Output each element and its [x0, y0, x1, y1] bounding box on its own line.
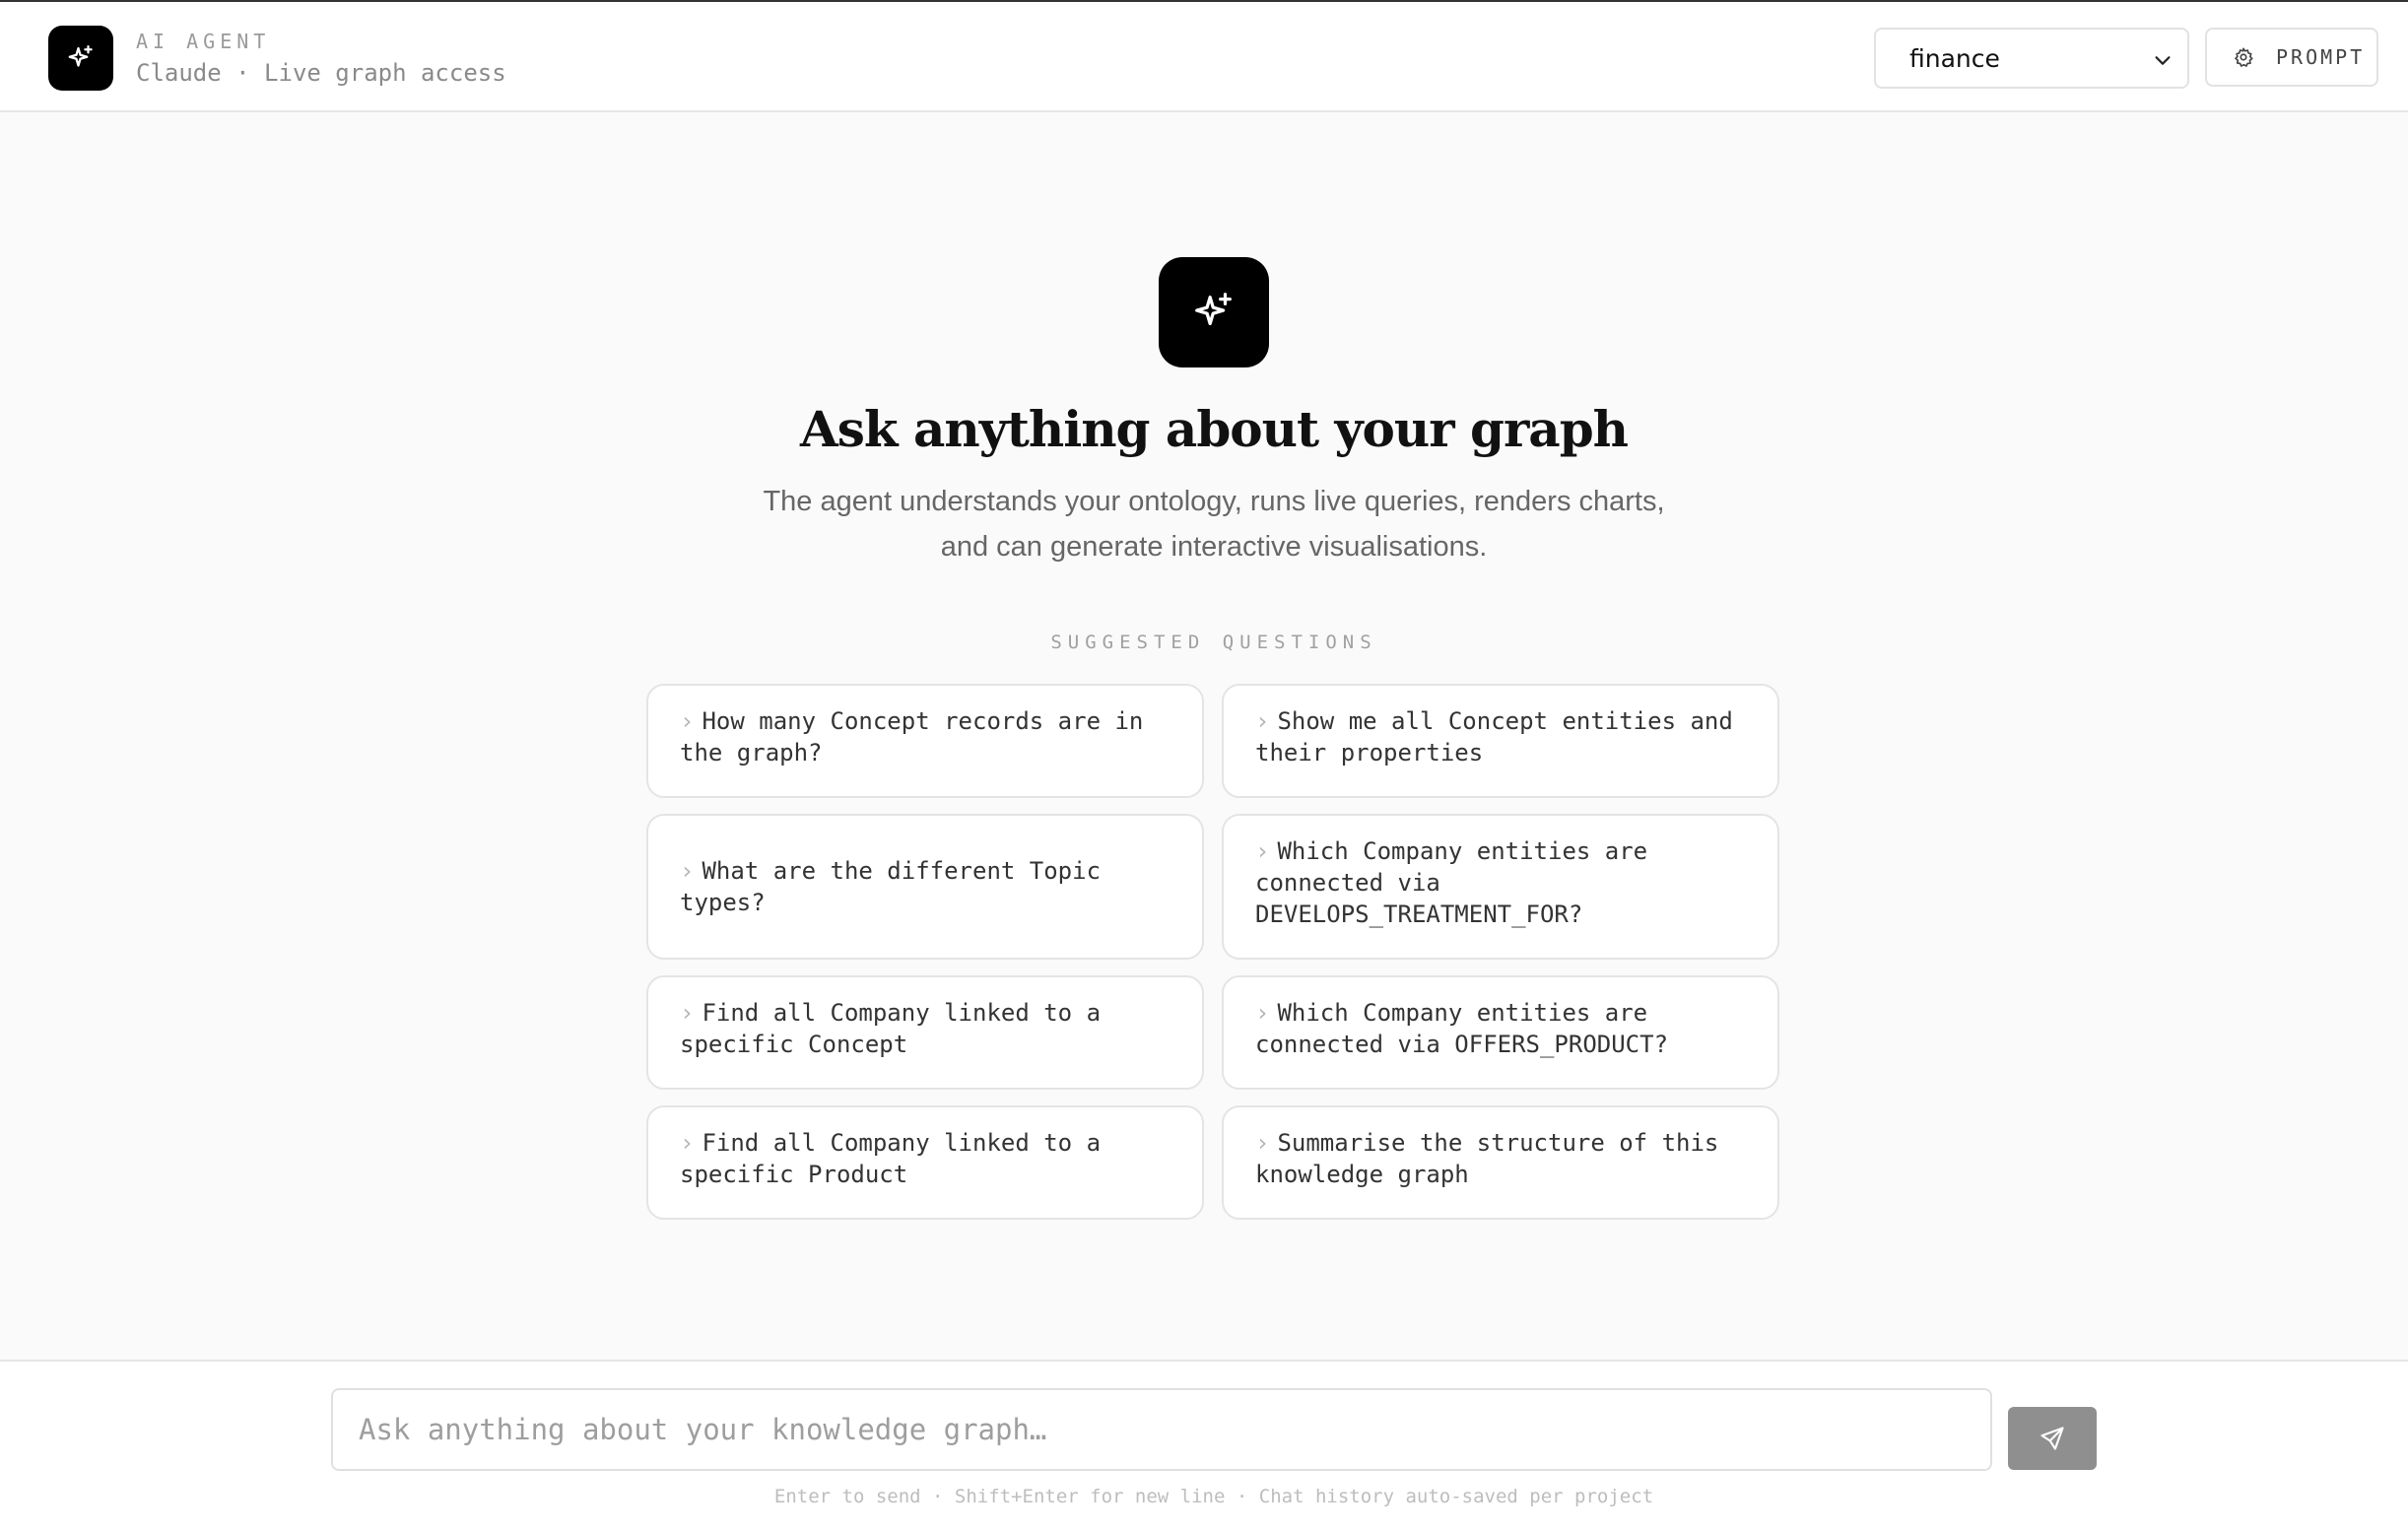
suggestion-card[interactable]: › Show me all Concept entities and their …: [1222, 684, 1779, 798]
suggested-questions-label: SUGGESTED QUESTIONS: [1050, 632, 1377, 653]
suggestion-text: How many Concept records are in the grap…: [680, 707, 1144, 766]
suggestion-text: Find all Company linked to a specific Co…: [680, 999, 1102, 1058]
gear-icon: [2235, 47, 2253, 67]
hero-subtitle: The agent understands your ontology, run…: [763, 486, 1665, 563]
chevron-right-icon: ›: [1255, 707, 1270, 735]
suggestion-card[interactable]: › Find all Company linked to a specific P…: [646, 1105, 1204, 1220]
composer-bar: Enter to send · Shift+Enter for new line…: [0, 1360, 2408, 1533]
suggestion-card[interactable]: › What are the different Topic types?: [646, 814, 1204, 960]
hero-icon: [1159, 257, 1269, 367]
brand-kicker: AI AGENT: [136, 30, 271, 53]
suggestion-text: Find all Company linked to a specific Pr…: [680, 1129, 1102, 1188]
suggestion-text: Which Company entities are connected via…: [1255, 999, 1669, 1058]
suggestion-card[interactable]: › Find all Company linked to a specific C…: [646, 975, 1204, 1090]
composer-hint: Enter to send · Shift+Enter for new line…: [773, 1486, 1654, 1507]
suggestion-text: Show me all Concept entities and their p…: [1255, 707, 1733, 766]
suggestion-text: Which Company entities are connected via…: [1255, 837, 1648, 928]
sparkle-icon: [1195, 293, 1232, 326]
chevron-right-icon: ›: [680, 707, 695, 735]
sparkle-icon: [68, 45, 93, 67]
suggestion-card[interactable]: › Which Company entities are connected vi…: [1222, 814, 1779, 960]
chevron-right-icon: ›: [1255, 837, 1270, 865]
chevron-right-icon: ›: [680, 857, 695, 885]
app-logo: [48, 26, 113, 91]
hero-title: Ask anything about your graph: [799, 400, 1629, 458]
suggestion-card[interactable]: › How many Concept records are in the gra…: [646, 684, 1204, 798]
suggestion-card[interactable]: › Summarise the structure of this knowled…: [1222, 1105, 1779, 1220]
suggestion-card[interactable]: › Which Company entities are connected vi…: [1222, 975, 1779, 1090]
send-icon: [2040, 1427, 2064, 1450]
prompt-button[interactable]: PROMPT: [2205, 28, 2378, 87]
prompt-button-label: PROMPT: [2276, 45, 2366, 69]
project-select[interactable]: finance: [1874, 28, 2189, 89]
chevron-right-icon: ›: [1255, 1129, 1270, 1157]
suggestion-text: What are the different Topic types?: [680, 857, 1102, 916]
send-button[interactable]: [2008, 1407, 2097, 1470]
project-select-value: finance: [1909, 43, 2000, 73]
app-header: AI AGENT Claude · Live graph access fina…: [0, 2, 2408, 112]
chevron-right-icon: ›: [680, 1129, 695, 1157]
suggestion-text: Summarise the structure of this knowledg…: [1255, 1129, 1719, 1188]
chevron-down-icon: [2155, 56, 2171, 65]
brand-subtitle: Claude · Live graph access: [136, 59, 506, 87]
chevron-right-icon: ›: [680, 999, 695, 1027]
chevron-right-icon: ›: [1255, 999, 1270, 1027]
chat-input[interactable]: [331, 1388, 1992, 1471]
